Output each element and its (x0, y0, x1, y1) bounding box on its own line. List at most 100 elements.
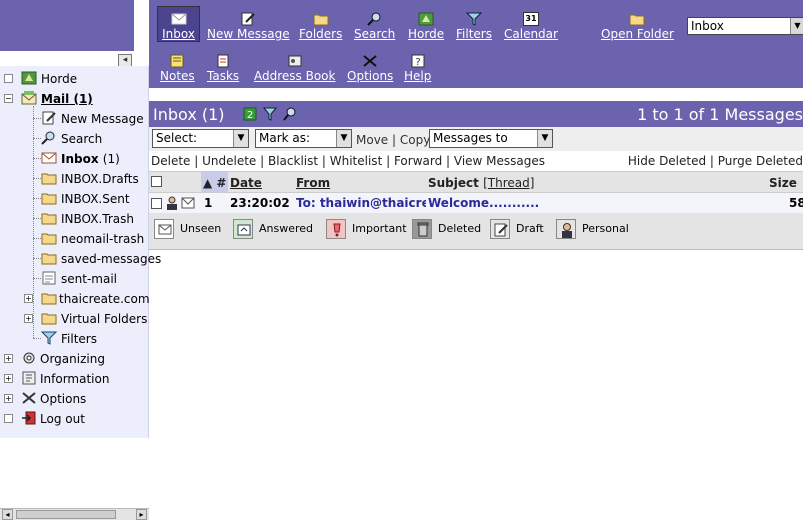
calendar-icon: 31 (522, 12, 539, 26)
tree-expander[interactable] (4, 74, 13, 83)
tree-expander[interactable]: + (4, 354, 13, 363)
messages-to-dropdown[interactable]: Messages to ▼ (429, 129, 553, 148)
column-date[interactable]: Date (230, 176, 262, 190)
mark-as-dropdown[interactable]: Mark as: ▼ (255, 129, 352, 148)
toolbar-address-book-button[interactable]: Address Book (254, 54, 335, 83)
hide-deleted-link[interactable]: Hide Deleted (628, 154, 706, 168)
toolbar-tasks-button[interactable]: Tasks (207, 54, 239, 83)
toolbar-notes-button[interactable]: Notes (160, 54, 195, 83)
folder-icon (41, 193, 57, 205)
message-from[interactable]: To: thaiwin@thaicrea... (296, 196, 426, 210)
purge-deleted-link[interactable]: Purge Deleted (718, 154, 803, 168)
organizing-icon (23, 352, 35, 364)
toolbar-label: Calendar (504, 27, 558, 41)
message-date: 23:20:02 (230, 196, 290, 210)
tree-item-label: sent-mail (61, 272, 117, 286)
tree-expander[interactable]: + (24, 314, 33, 323)
column-size[interactable]: Size (769, 176, 797, 190)
tree-collapse-toggle[interactable]: − (4, 94, 13, 103)
toolbar-search-button[interactable]: Search (354, 12, 395, 41)
tree-item-organizing[interactable]: + Organizing (0, 348, 149, 368)
folder-icon (41, 173, 57, 185)
message-subject[interactable]: Welcome........... (428, 196, 539, 210)
message-checkbox[interactable] (151, 198, 162, 209)
tree-item-horde[interactable]: Horde (0, 68, 149, 88)
toolbar-folders-button[interactable]: Folders (299, 12, 342, 41)
column-subject-label: Subject (428, 176, 479, 190)
toolbar-filters-button[interactable]: Filters (456, 12, 492, 41)
toolbar-options-button[interactable]: Options (347, 54, 393, 83)
tree-item-saved-messages[interactable]: saved-messages (0, 248, 161, 268)
scroll-thumb[interactable] (16, 510, 116, 519)
scroll-right-arrow[interactable]: ▸ (136, 509, 147, 520)
scroll-left-arrow[interactable]: ◂ (2, 509, 13, 520)
select-dropdown[interactable]: Select: ▼ (152, 129, 249, 148)
toolbar-label: Inbox (162, 27, 195, 41)
sort-number-header[interactable]: ▲ # (203, 176, 226, 190)
toolbar-open-folder-button[interactable]: Open Folder (601, 12, 674, 41)
tree-item-inbox[interactable]: Inbox (1) (0, 148, 149, 168)
filter-icon (41, 331, 57, 345)
search-icon[interactable] (283, 107, 297, 121)
forward-link[interactable]: Forward (394, 154, 442, 168)
toolbar-new-message-button[interactable]: New Message (207, 12, 290, 41)
toolbar-horde-button[interactable]: Horde (408, 12, 444, 41)
move-link[interactable]: Move (356, 133, 388, 147)
chevron-down-icon[interactable]: ▼ (790, 18, 803, 34)
legend-label: Draft (516, 222, 544, 235)
filter-icon[interactable] (263, 107, 277, 121)
tree-item-logout[interactable]: Log out (0, 408, 149, 428)
tree-item-information[interactable]: + Information (0, 368, 149, 388)
select-dropdown-value: Select: (156, 131, 198, 145)
compose-icon (42, 111, 56, 125)
tree-item-inbox-drafts[interactable]: INBOX.Drafts (0, 168, 149, 188)
tree-item-thaicreate[interactable]: + thaicreate.com (0, 288, 150, 308)
tree-item-neomail-trash[interactable]: neomail-trash (0, 228, 149, 248)
tree-item-inbox-trash[interactable]: INBOX.Trash (0, 208, 149, 228)
legend-label: Personal (582, 222, 629, 235)
whitelist-link[interactable]: Whitelist (330, 154, 383, 168)
tree-expander[interactable]: + (4, 394, 13, 403)
help-icon: ? (411, 54, 425, 68)
search-icon (366, 12, 381, 26)
legend-unseen: Unseen (154, 219, 221, 239)
tree-item-new-message[interactable]: New Message (0, 108, 149, 128)
column-num: # (216, 176, 227, 190)
logout-icon (22, 411, 36, 425)
view-messages-link[interactable]: View Messages (454, 154, 545, 168)
copy-link[interactable]: Copy (400, 133, 430, 147)
separator: | (706, 154, 718, 168)
select-all-checkbox[interactable] (151, 176, 162, 187)
undelete-link[interactable]: Undelete (202, 154, 256, 168)
mail-icon (21, 91, 37, 105)
tree-item-inbox-sent[interactable]: INBOX.Sent (0, 188, 149, 208)
table-row[interactable]: 1 23:20:02 To: thaiwin@thaicrea... Welco… (149, 193, 803, 213)
column-from[interactable]: From (296, 176, 330, 190)
horizontal-scrollbar[interactable]: ◂ ▸ (0, 508, 149, 520)
toolbar-help-button[interactable]: ? Help (404, 54, 431, 83)
tree-item-sent-mail[interactable]: sent-mail (0, 268, 149, 288)
compose-icon (241, 12, 256, 26)
tree-item-search[interactable]: Search (0, 128, 149, 148)
thread-toggle-link[interactable]: [Thread] (483, 176, 534, 190)
toolbar-inbox-button[interactable]: Inbox (159, 12, 198, 41)
column-subject[interactable]: Subject [Thread] (428, 176, 534, 190)
sidebar-header-band (0, 0, 134, 51)
blacklist-link[interactable]: Blacklist (268, 154, 318, 168)
sort-ascending-icon: ▲ (203, 176, 213, 190)
tree-item-options[interactable]: + Options (0, 388, 149, 408)
tree-item-filters[interactable]: Filters (0, 328, 149, 348)
tree-item-virtual-folders[interactable]: + Virtual Folders (0, 308, 149, 328)
refresh-icon[interactable]: 2 (243, 107, 257, 121)
tree-item-mail[interactable]: − Mail (1) (0, 88, 149, 108)
chevron-down-icon[interactable]: ▼ (233, 130, 248, 147)
toolbar-calendar-button[interactable]: 31 Calendar (504, 12, 558, 41)
tree-expander[interactable]: + (4, 374, 13, 383)
tree-expander[interactable]: + (24, 294, 33, 303)
tree-item-label: saved-messages (61, 252, 162, 266)
separator: | (382, 154, 394, 168)
open-folder-select[interactable]: Inbox ▼ (687, 17, 803, 35)
chevron-down-icon[interactable]: ▼ (336, 130, 351, 147)
chevron-down-icon[interactable]: ▼ (537, 130, 552, 147)
delete-link[interactable]: Delete (151, 154, 190, 168)
